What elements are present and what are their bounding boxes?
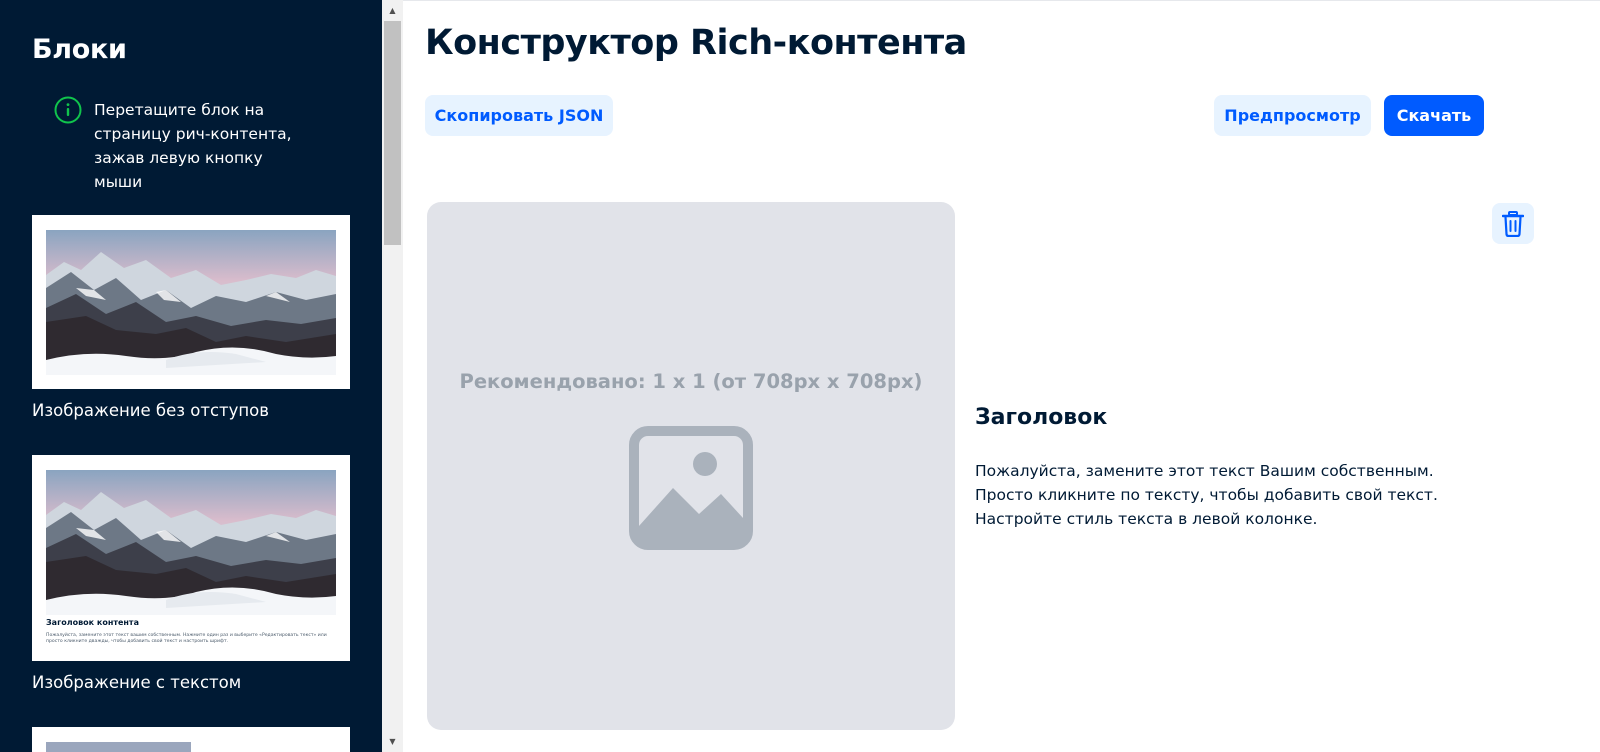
block-caption-image-text: Изображение с текстом (32, 673, 242, 692)
block-card-next[interactable] (32, 727, 350, 752)
block-thumbnail (46, 742, 191, 752)
content-heading[interactable]: Заголовок (975, 405, 1107, 430)
mountain-image (46, 470, 336, 615)
editor-area: Конструктор Rich-контента Скопировать JS… (403, 0, 1600, 752)
page-title: Конструктор Rich-контента (425, 23, 967, 63)
delete-block-button[interactable] (1492, 203, 1534, 244)
preview-text: Пожалуйста, замените этот текст вашим со… (46, 633, 327, 644)
image-upload-placeholder[interactable]: Рекомендовано: 1 x 1 (от 708px x 708px) (427, 202, 955, 730)
content-body[interactable]: Пожалуйста, замените этот текст Вашим со… (975, 459, 1475, 531)
preview-heading: Заголовок контента (46, 618, 139, 627)
trash-icon (1502, 210, 1524, 237)
preview-button[interactable]: Предпросмотр (1214, 95, 1371, 136)
info-icon (54, 96, 82, 124)
blocks-sidebar: Блоки Перетащите блок на страницу рич-ко… (0, 0, 382, 752)
body-line: Настройте стиль текста в левой колонке. (975, 510, 1318, 528)
image-icon (629, 426, 753, 550)
block-card-image-text[interactable]: Заголовок контента Пожалуйста, замените … (32, 455, 350, 661)
block-caption-image-full: Изображение без отступов (32, 401, 270, 420)
block-card-image-full[interactable] (32, 215, 350, 389)
body-line: Просто кликните по тексту, чтобы добавит… (975, 486, 1438, 504)
body-line: Пожалуйста, замените этот текст Вашим со… (975, 462, 1434, 480)
sidebar-title: Блоки (32, 34, 127, 65)
scroll-thumb[interactable] (384, 21, 401, 245)
sidebar-scrollbar[interactable]: ▲ ▼ (382, 0, 403, 752)
download-button[interactable]: Скачать (1384, 95, 1484, 136)
copy-json-button[interactable]: Скопировать JSON (425, 95, 613, 136)
mountain-image (46, 230, 336, 375)
hint-text: Перетащите блок на страницу рич-контента… (94, 101, 292, 191)
scroll-up-icon[interactable]: ▲ (382, 0, 403, 20)
image-recommendation: Рекомендовано: 1 x 1 (от 708px x 708px) (459, 370, 923, 393)
scroll-down-icon[interactable]: ▼ (382, 732, 403, 752)
